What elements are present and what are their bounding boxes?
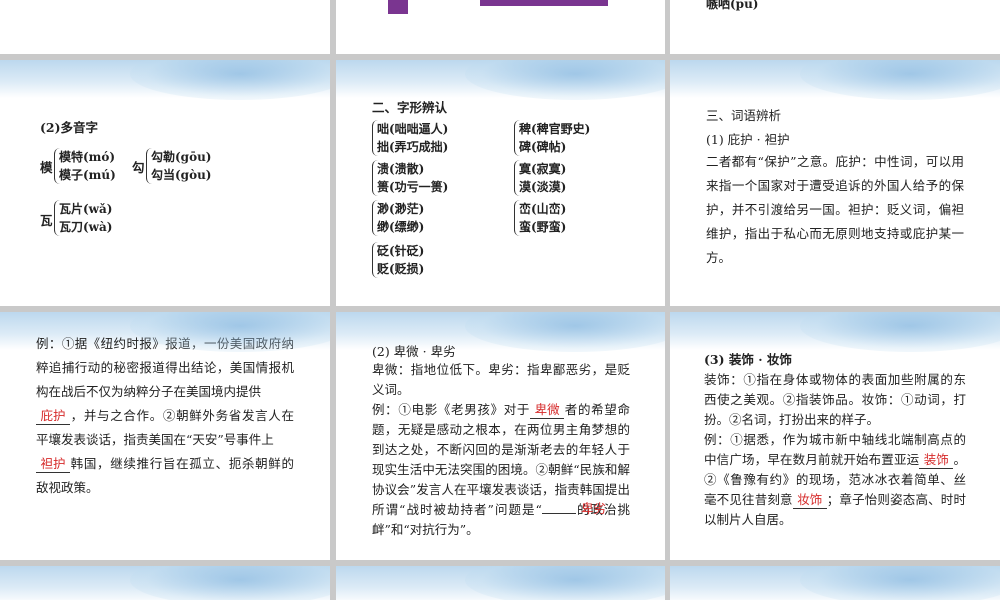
wa-item-2: 瓦刀(wà) (59, 220, 113, 234)
slide-bottom-right (670, 566, 1000, 600)
slide-polyphone: (2)多音字 模 模特(mó) 模子(mú) 勾 勾勒(gōu) 勾当(gòu)… (0, 60, 330, 306)
glyph-item: 咄(咄咄逼人) (377, 122, 449, 136)
answer-blank-2: 袒护 (36, 456, 70, 473)
head-char-mo: 模 (40, 160, 53, 175)
slide-bottom-left (0, 566, 330, 600)
slide-words: 三、词语辨析 (1) 庇护 · 袒护 二者都有“保护”之意。庇护：中性词，可以用… (670, 60, 1000, 306)
gou-item-1: 勾勒(gōu) (151, 150, 212, 164)
slide-top-left (0, 0, 330, 54)
answer-blank-2 (541, 513, 576, 514)
slide-subtitle: (3) 装饰 · 妆饰 (704, 352, 792, 367)
example-text-3: 韩国，继续推行旨在孤立、扼杀朝鲜的敌视政策。 (36, 456, 294, 495)
glyph-group-left-3: 渺(渺茫) 缈(缥缈) (372, 200, 424, 236)
glyph-item: 拙(弄巧成拙) (377, 140, 449, 154)
purple-marker (388, 0, 408, 14)
glyph-item: 蛮(野蛮) (519, 220, 567, 234)
slide-title: 二、字形辨认 (372, 100, 448, 115)
glyph-item: 砭(针砭) (377, 244, 425, 258)
gou-item-2: 勾当(gòu) (151, 168, 212, 182)
glyph-item: 稗(稗官野史) (519, 122, 591, 136)
head-char-wa: 瓦 (40, 213, 53, 228)
example-paragraph: 例：①据《纽约时报》报道，一份美国政府纳粹追捕行动的秘密报道得出结论，美国情报机… (36, 332, 294, 500)
glyph-item: 漠(淡漠) (519, 180, 567, 194)
example-text-2: ，并与之合作。②朝鲜外务省发言人在平壤发表谈话，指责美国在“天安”号事件上 (36, 408, 294, 447)
glyph-group-left-1: 咄(咄咄逼人) 拙(弄巧成拙) (372, 120, 448, 156)
answer-blank-1: 庇护 (36, 408, 70, 425)
glyph-item: 渺(渺茫) (377, 202, 425, 216)
slide-top-middle (336, 0, 665, 54)
slide-subtitle: (2) 卑微 · 卑劣 (372, 344, 456, 359)
definition-text: 卑微：指地位低下。卑劣：指卑鄙恶劣，是贬义词。 (372, 362, 630, 397)
definition-text: 装饰：①指在身体或物体的表面加些附属的东西使之美观。②指装饰品。妆饰：①动词，打… (704, 372, 966, 427)
glyph-item: 寞(寂寞) (519, 162, 567, 176)
glyph-group-right-1: 稗(稗官野史) 碑(碑帖) (514, 120, 590, 156)
glyph-item: 篑(功亏一篑) (377, 180, 449, 194)
glyph-item: 贬(贬损) (377, 262, 425, 276)
glyph-group-left-2: 溃(溃散) 篑(功亏一篑) (372, 160, 448, 196)
purple-bar (480, 0, 608, 6)
answer-blank-1: 卑微 (530, 402, 565, 419)
glyph-item: 碑(碑帖) (519, 140, 567, 154)
brace-group-gou: 勾勒(gōu) 勾当(gòu) (146, 148, 211, 184)
glyph-group-right-3: 峦(山峦) 蛮(野蛮) (514, 200, 566, 236)
answer-blank-2: 妆饰 (792, 492, 827, 509)
slide-body: 二者都有“保护”之意。庇护：中性词，可以用来指一个国家对于遭受追诉的外国人给予的… (706, 154, 964, 265)
glyph-item: 峦(山峦) (519, 202, 567, 216)
slide-bottom-middle (336, 566, 665, 600)
slide-title: (2)多音字 (40, 120, 99, 135)
slide-example-3: (3) 装饰 · 妆饰 装饰：①指在身体或物体的表面加些附属的东西使之美观。②指… (670, 312, 1000, 560)
answer-blank-1: 装饰 (919, 452, 954, 469)
slide-top-right: 嗾哂(pū) (670, 0, 1000, 54)
wa-item-1: 瓦片(wǎ) (59, 202, 113, 216)
example-paragraph: 装饰：①指在身体或物体的表面加些附属的东西使之美观。②指装饰品。妆饰：①动词，打… (704, 370, 966, 530)
slide-subtitle: (1) 庇护 · 袒护 (706, 132, 790, 147)
example-text-1: 例：①据《纽约时报》报道，一份美国政府纳粹追捕行动的秘密报道得出结论，美国情报机… (36, 336, 294, 399)
mo-item-1: 模特(mó) (59, 150, 116, 164)
brace-group-wa: 瓦片(wǎ) 瓦刀(wà) (54, 200, 112, 236)
glyph-item: 缈(缥缈) (377, 220, 425, 234)
mo-item-2: 模子(mú) (59, 168, 116, 182)
top-right-fragment: 嗾哂(pū) (706, 0, 759, 11)
glyph-item: 溃(溃散) (377, 162, 425, 176)
slide-example-1: 例：①据《纽约时报》报道，一份美国政府纳粹追捕行动的秘密报道得出结论，美国情报机… (0, 312, 330, 560)
answer-overlay-2: 卑劣 (581, 501, 607, 516)
head-char-gou: 勾 (132, 160, 145, 175)
glyph-group-right-2: 寞(寂寞) 漠(淡漠) (514, 160, 566, 196)
brace-group-mo: 模特(mó) 模子(mú) (54, 148, 116, 184)
slide-example-2: (2) 卑微 · 卑劣 卑微：指地位低下。卑劣：指卑鄙恶劣，是贬义词。 例：①电… (336, 312, 665, 560)
glyph-group-left-4: 砭(针砭) 贬(贬损) (372, 242, 424, 278)
section-title: 三、词语辨析 (706, 108, 782, 123)
slide-glyph: 二、字形辨认 咄(咄咄逼人) 拙(弄巧成拙) 溃(溃散) 篑(功亏一篑) 渺(渺… (336, 60, 665, 306)
example-text-1: 例：①电影《老男孩》对于 (372, 402, 531, 417)
